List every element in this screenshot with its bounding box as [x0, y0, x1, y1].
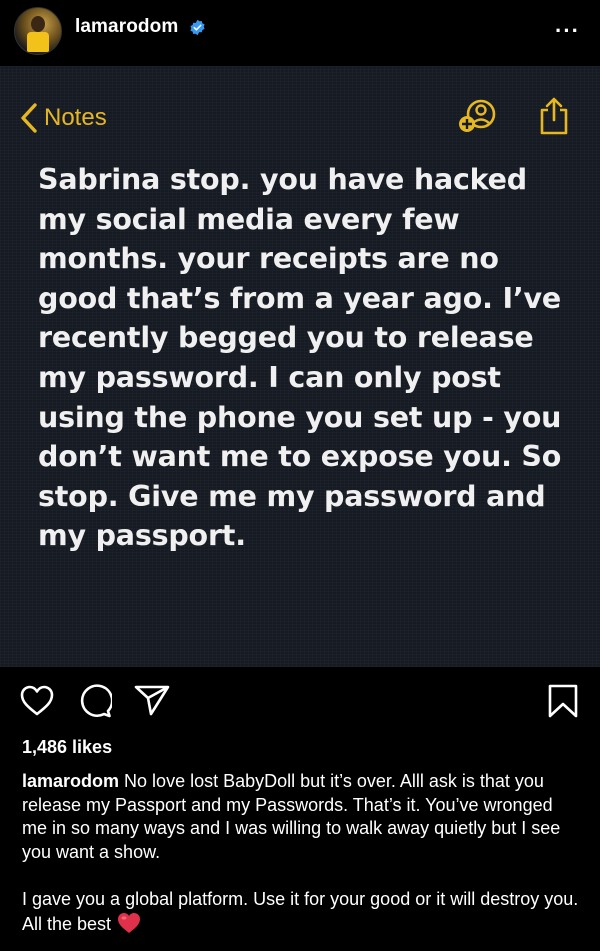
post-image-notes: Notes Sabrina stop. you have hacked my s… [0, 66, 600, 667]
chevron-left-icon [21, 103, 37, 133]
note-body-text: Sabrina stop. you have hacked my social … [38, 163, 562, 553]
heart-icon[interactable] [20, 684, 54, 718]
caption-paragraph-1: lamarodom No love lost BabyDoll but it’s… [22, 770, 582, 864]
post-username[interactable]: lamarodom [75, 16, 178, 38]
more-options-button[interactable]: ··· [555, 18, 580, 44]
red-heart-emoji-icon [118, 912, 141, 933]
comment-icon[interactable] [78, 684, 112, 718]
notes-back-button: Notes [18, 102, 107, 134]
add-person-icon [459, 99, 496, 132]
verified-badge-icon [190, 19, 205, 36]
avatar-jersey [27, 32, 49, 52]
notes-back-label: Notes [44, 104, 107, 131]
avatar-head [31, 16, 45, 32]
avatar[interactable] [14, 7, 62, 55]
caption-text-2: I gave you a global platform. Use it for… [22, 889, 579, 934]
like-count[interactable]: 1,486 likes [22, 737, 112, 758]
caption-paragraph-2: I gave you a global platform. Use it for… [22, 888, 582, 936]
bookmark-icon[interactable] [547, 683, 579, 719]
post-header: lamarodom ··· [0, 0, 600, 66]
share-up-icon [540, 97, 568, 135]
paper-plane-icon[interactable] [134, 684, 170, 716]
post-caption: lamarodom No love lost BabyDoll but it’s… [22, 770, 582, 936]
caption-username[interactable]: lamarodom [22, 771, 119, 791]
